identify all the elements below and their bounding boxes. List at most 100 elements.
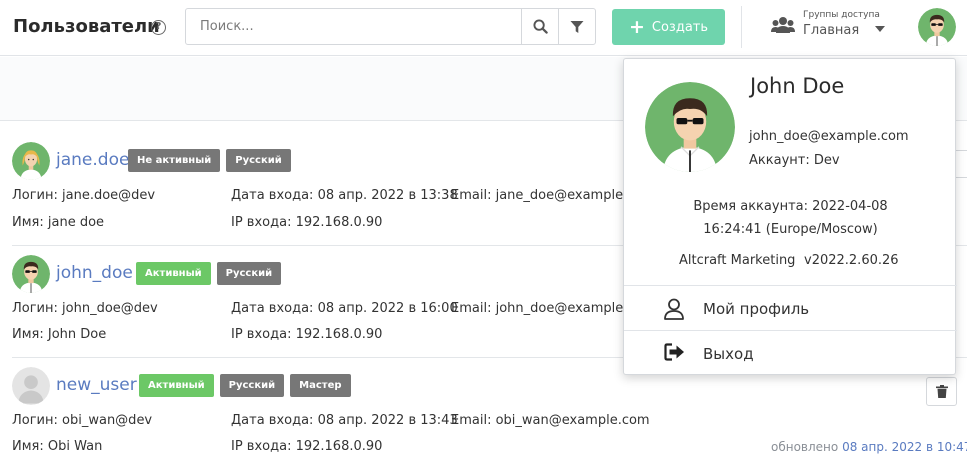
divider bbox=[624, 285, 957, 286]
profile-name: John Doe bbox=[750, 74, 845, 98]
avatar bbox=[12, 142, 50, 180]
filter-button[interactable] bbox=[558, 9, 595, 44]
email-label: Email: bbox=[451, 301, 492, 316]
page-title: Пользователи bbox=[13, 16, 160, 37]
app-version: v2022.2.60.26 bbox=[804, 253, 899, 268]
login-date-value: 08 апр. 2022 в 16:00 bbox=[317, 301, 458, 316]
users-group-icon bbox=[771, 17, 795, 33]
top-bar: Пользователи ? + Создать Группы доступа … bbox=[0, 0, 967, 56]
logout-label: Выход bbox=[703, 345, 754, 363]
login-date-field: Дата входа: 08 апр. 2022 в 13:38 bbox=[231, 188, 458, 203]
company-name: Altcraft Marketing bbox=[679, 253, 796, 268]
my-profile-label: Мой профиль bbox=[703, 300, 810, 318]
create-button[interactable]: + Создать bbox=[612, 9, 725, 45]
ip-label: IP входа: bbox=[231, 439, 292, 454]
avatar bbox=[645, 82, 735, 172]
male-sunglasses-avatar bbox=[918, 8, 956, 46]
language-badge: Русский bbox=[219, 374, 285, 397]
ip-field: IP входа: 192.168.0.90 bbox=[231, 327, 382, 342]
name-value: Obi Wan bbox=[47, 439, 103, 454]
updated-timestamp: обновлено 08 апр. 2022 в 10:47 bbox=[771, 440, 967, 454]
name-field: Имя: jane doe bbox=[12, 215, 104, 230]
placeholder-avatar bbox=[12, 367, 50, 405]
email-field: Email: obi_wan@example.com bbox=[451, 413, 650, 428]
ip-value: 192.168.0.90 bbox=[295, 215, 383, 230]
name-label: Имя: bbox=[12, 215, 44, 230]
login-date-field: Дата входа: 08 апр. 2022 в 13:43 bbox=[231, 413, 458, 428]
name-label: Имя: bbox=[12, 439, 44, 454]
username-link[interactable]: new_user bbox=[56, 375, 137, 395]
badges: Не активный Русский bbox=[128, 149, 291, 172]
updated-date: 08 апр. 2022 в 10:47 bbox=[842, 440, 967, 454]
badges: Активный Русский Мастер bbox=[139, 374, 351, 397]
username-link[interactable]: john_doe bbox=[56, 263, 133, 283]
name-field: Имя: John Doe bbox=[12, 327, 106, 342]
filter-icon bbox=[570, 20, 584, 33]
delete-button[interactable] bbox=[926, 377, 957, 406]
sign-out-icon bbox=[664, 343, 684, 361]
ip-value: 192.168.0.90 bbox=[295, 439, 383, 454]
access-groups-caption: Группы доступа bbox=[803, 10, 880, 20]
login-date-label: Дата входа: bbox=[231, 301, 314, 316]
login-field: Логин: jane.doe@dev bbox=[12, 188, 155, 203]
search-button[interactable] bbox=[521, 9, 558, 44]
search-input[interactable] bbox=[186, 9, 521, 44]
language-badge: Русский bbox=[216, 262, 282, 285]
login-value: john_doe@dev bbox=[62, 301, 158, 316]
user-avatar-button[interactable] bbox=[918, 8, 956, 46]
ip-field: IP входа: 192.168.0.90 bbox=[231, 439, 382, 454]
divider bbox=[624, 330, 957, 331]
badges: Активный Русский bbox=[136, 262, 282, 285]
ip-label: IP входа: bbox=[231, 327, 292, 342]
ip-value: 192.168.0.90 bbox=[295, 327, 383, 342]
language-badge: Русский bbox=[226, 149, 291, 172]
account-time-clock: 16:24:41 (Europe/Moscow) bbox=[703, 222, 878, 237]
access-groups-select[interactable]: Главная bbox=[803, 23, 859, 38]
email-label: Email: bbox=[451, 188, 492, 203]
account-time: Время аккаунта: 2022-04-08 16:24:41 (Eur… bbox=[624, 195, 957, 241]
ip-label: IP входа: bbox=[231, 215, 292, 230]
status-badge: Не активный bbox=[128, 149, 221, 172]
login-date-field: Дата входа: 08 апр. 2022 в 16:00 bbox=[231, 301, 458, 316]
account-time-date: Время аккаунта: 2022-04-08 bbox=[693, 199, 888, 214]
email-value: obi_wan@example.com bbox=[495, 413, 650, 428]
profile-account: Аккаунт: Dev bbox=[749, 153, 840, 168]
login-label: Логин: bbox=[12, 413, 58, 428]
male-sunglasses-avatar bbox=[12, 255, 50, 293]
ip-field: IP входа: 192.168.0.90 bbox=[231, 215, 382, 230]
male-sunglasses-avatar bbox=[645, 82, 735, 172]
logout-menu-item[interactable]: Выход bbox=[624, 332, 957, 376]
search-box bbox=[185, 8, 596, 45]
plus-icon: + bbox=[628, 15, 645, 38]
profile-dropdown: John Doe john_doe@example.com Аккаунт: D… bbox=[623, 58, 957, 376]
updated-label: обновлено bbox=[771, 440, 839, 454]
login-label: Логин: bbox=[12, 301, 58, 316]
female-avatar bbox=[12, 142, 50, 180]
profile-email: john_doe@example.com bbox=[749, 129, 909, 144]
login-value: obi_wan@dev bbox=[62, 413, 153, 428]
name-field: Имя: Obi Wan bbox=[12, 439, 102, 454]
status-badge: Активный bbox=[139, 374, 214, 397]
user-icon bbox=[664, 298, 684, 320]
search-icon bbox=[532, 19, 548, 34]
role-badge: Мастер bbox=[290, 374, 351, 397]
trash-icon bbox=[935, 385, 948, 398]
name-value: jane doe bbox=[47, 215, 105, 230]
avatar bbox=[12, 367, 50, 405]
login-date-label: Дата входа: bbox=[231, 413, 314, 428]
my-profile-menu-item[interactable]: Мой профиль bbox=[624, 287, 957, 331]
login-date-label: Дата входа: bbox=[231, 188, 314, 203]
name-value: John Doe bbox=[47, 327, 107, 342]
login-value: jane.doe@dev bbox=[62, 188, 156, 203]
question-circle-icon[interactable]: ? bbox=[151, 20, 166, 35]
login-label: Логин: bbox=[12, 188, 58, 203]
status-badge: Активный bbox=[136, 262, 211, 285]
avatar bbox=[12, 255, 50, 293]
create-button-label: Создать bbox=[651, 19, 709, 35]
name-label: Имя: bbox=[12, 327, 44, 342]
login-field: Логин: obi_wan@dev bbox=[12, 413, 152, 428]
chevron-down-icon[interactable] bbox=[875, 26, 885, 32]
username-link[interactable]: jane.doe bbox=[56, 150, 129, 170]
login-field: Логин: john_doe@dev bbox=[12, 301, 158, 316]
login-date-value: 08 апр. 2022 в 13:43 bbox=[317, 413, 458, 428]
